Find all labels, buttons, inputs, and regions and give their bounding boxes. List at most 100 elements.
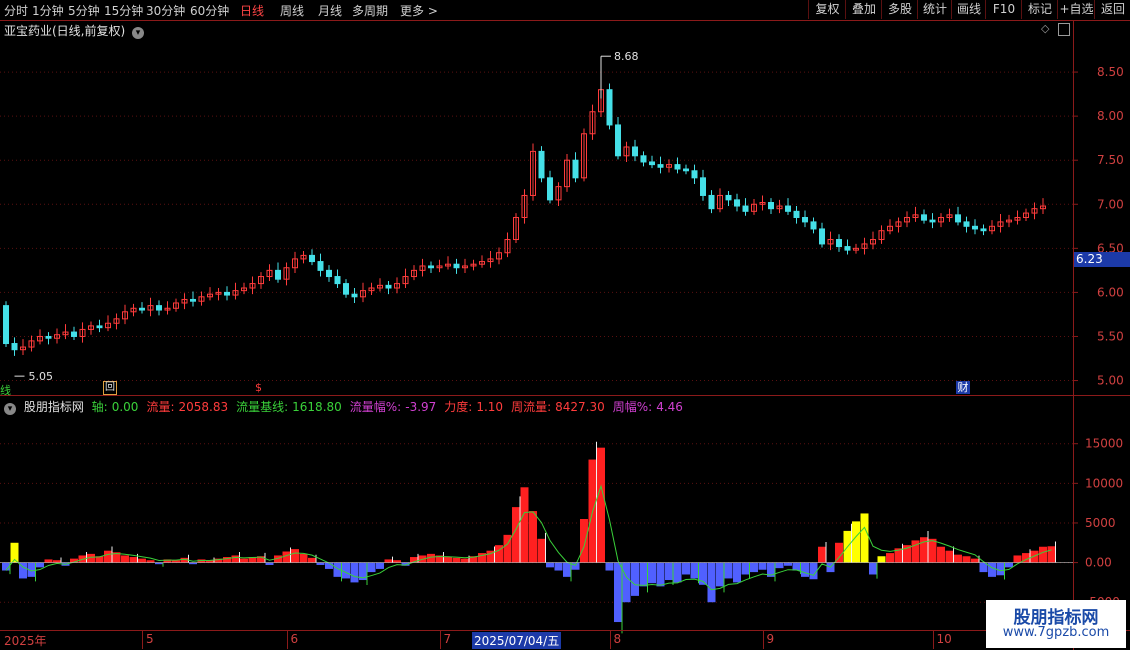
time-axis-tick xyxy=(932,631,934,649)
flow-bar-positive xyxy=(529,511,537,563)
watermark-url: www.7gpzb.com xyxy=(1002,625,1110,640)
flow-bar-negative xyxy=(631,562,639,596)
high-price-label: 8.68 xyxy=(614,50,639,63)
price-tick-label: 7.50 xyxy=(1097,153,1124,167)
flow-bar-positive xyxy=(240,558,248,563)
flow-bar-negative xyxy=(605,562,614,571)
signal-marker-left: 线 xyxy=(0,384,11,397)
flow-bar-positive xyxy=(962,556,971,563)
candle-down xyxy=(708,194,715,210)
flow-bar-positive xyxy=(835,542,843,563)
time-axis-label-4: 2025/07/04/五 xyxy=(472,632,562,649)
flow-bar-positive xyxy=(597,447,605,563)
candle-down xyxy=(734,199,740,207)
candle-down xyxy=(11,343,18,351)
flow-bar-positive xyxy=(945,550,954,563)
candle-down xyxy=(139,307,145,311)
candle-down xyxy=(955,214,961,223)
flow-bar-positive xyxy=(299,553,308,563)
flow-bar-positive xyxy=(1039,546,1047,563)
flow-bar-negative xyxy=(376,562,384,569)
flow-bar-negative xyxy=(869,562,877,575)
candle-down xyxy=(317,261,324,271)
price-tick-label: 7.00 xyxy=(1097,197,1124,211)
candle-down xyxy=(819,228,825,245)
flow-bar-positive xyxy=(461,558,469,563)
candle-down xyxy=(844,246,851,251)
flow-bar-positive xyxy=(231,555,240,563)
flow-bar-positive xyxy=(129,557,138,563)
flow-bar-negative xyxy=(724,562,733,579)
flow-bar-positive xyxy=(877,556,886,563)
flow-bar-positive xyxy=(291,549,299,563)
flow-bar-negative xyxy=(265,562,274,565)
candle-down xyxy=(3,305,9,345)
flow-bar-positive xyxy=(886,553,894,563)
flow-bar-negative xyxy=(784,562,792,566)
time-axis-label-7: 10 xyxy=(936,632,952,646)
candle-down xyxy=(538,150,545,179)
candle-down xyxy=(572,159,579,179)
flow-bar-positive xyxy=(104,550,112,563)
flow-bar-negative xyxy=(350,562,359,583)
signal-marker-box[interactable]: 回 xyxy=(103,381,117,395)
candle-down xyxy=(921,214,927,221)
candle-down xyxy=(385,284,392,289)
time-axis-label-3: 7 xyxy=(443,632,452,646)
flow-bar-negative xyxy=(316,562,325,565)
flow-bar-negative xyxy=(750,562,758,573)
candle-down xyxy=(334,276,341,285)
flow-bar-positive xyxy=(520,487,529,563)
flow-bar-positive xyxy=(928,538,937,563)
flow-bar-positive xyxy=(384,559,393,563)
candle-down xyxy=(810,221,817,230)
candle-down xyxy=(224,291,230,296)
flow-bar-negative xyxy=(648,562,656,584)
flow-bar-positive xyxy=(282,551,291,563)
candle-down xyxy=(980,228,987,232)
time-axis-label-1: 5 xyxy=(146,632,154,646)
candle-down xyxy=(640,155,647,163)
candle-down xyxy=(190,298,196,302)
flow-bar-negative xyxy=(690,562,699,579)
time-axis-tick xyxy=(609,631,611,649)
current-price-tag: 6.23 xyxy=(1074,252,1130,267)
flow-bar-positive xyxy=(852,521,860,563)
price-tick-label: 8.50 xyxy=(1097,65,1124,79)
flow-bar-negative xyxy=(614,562,622,623)
flow-bar-positive xyxy=(146,560,155,563)
candle-down xyxy=(343,283,349,295)
candle-down xyxy=(802,216,808,223)
candle-down xyxy=(632,146,638,157)
time-axis-tick xyxy=(286,631,288,649)
flow-bar-negative xyxy=(554,562,563,571)
candle-down xyxy=(785,205,791,212)
flow-bar-positive xyxy=(580,519,588,563)
flow-bar-positive xyxy=(1047,546,1056,563)
flow-bar-positive xyxy=(537,538,546,563)
candle-down xyxy=(453,263,460,269)
flow-bar-negative xyxy=(1005,562,1013,568)
flow-bar-negative xyxy=(707,562,716,603)
candle-down xyxy=(836,239,842,248)
flow-bar-negative xyxy=(546,562,554,568)
candle-down xyxy=(768,202,774,210)
flow-bar-negative xyxy=(622,562,631,603)
candle-down xyxy=(963,221,970,227)
candle-down xyxy=(96,325,103,329)
candle-down xyxy=(615,124,621,157)
candles xyxy=(3,56,1046,356)
flow-bar-positive xyxy=(121,555,129,563)
time-axis-label-5: 8 xyxy=(613,632,622,646)
flow-bar-positive xyxy=(818,546,826,563)
candle-down xyxy=(649,161,655,166)
candle-down xyxy=(309,254,315,263)
time-axis-divider xyxy=(0,630,1130,631)
flow-bar-positive xyxy=(393,560,401,563)
price-chart[interactable]: 8.508.007.507.006.506.005.505.008.685.05… xyxy=(0,0,1130,650)
finance-marker[interactable]: 财 xyxy=(956,381,970,394)
time-axis-tick xyxy=(142,631,143,649)
flow-bar-negative xyxy=(656,562,665,587)
candle-down xyxy=(683,168,689,172)
candle-down xyxy=(71,331,77,337)
